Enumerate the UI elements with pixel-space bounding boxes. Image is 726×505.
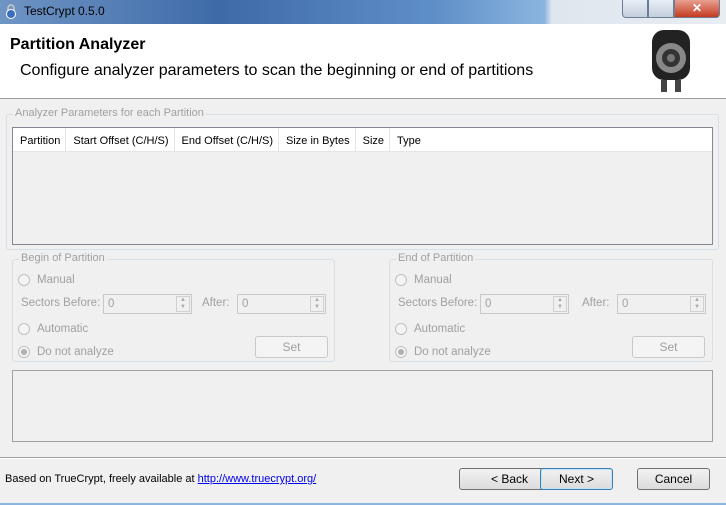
begin-automatic-radio[interactable] bbox=[18, 323, 30, 335]
page-title: Partition Analyzer bbox=[10, 36, 146, 53]
cancel-button[interactable]: Cancel bbox=[637, 468, 710, 490]
begin-manual-label: Manual bbox=[37, 274, 75, 286]
spinner-value: 0 bbox=[242, 298, 249, 310]
begin-do-not-analyze-label: Do not analyze bbox=[37, 346, 114, 358]
footer-divider bbox=[0, 457, 726, 459]
column-start-offset[interactable]: Start Offset (C/H/S) bbox=[66, 128, 175, 151]
spinner-arrows-icon[interactable]: ▲ ▼ bbox=[553, 296, 567, 312]
spinner-value: 0 bbox=[622, 298, 629, 310]
title-bar: TestCrypt 0.5.0 ✕ bbox=[0, 0, 726, 24]
column-type[interactable]: Type bbox=[390, 128, 426, 151]
spinner-arrows-icon[interactable]: ▲ ▼ bbox=[310, 296, 324, 312]
list-header: Partition Start Offset (C/H/S) End Offse… bbox=[13, 128, 712, 152]
footer-text: Based on TrueCrypt, freely available at … bbox=[5, 473, 316, 485]
end-after-spinner[interactable]: 0 ▲ ▼ bbox=[617, 294, 706, 314]
end-manual-radio[interactable] bbox=[395, 274, 407, 286]
column-partition[interactable]: Partition bbox=[13, 128, 67, 151]
group-label: End of Partition bbox=[396, 252, 476, 264]
begin-sectors-before-label: Sectors Before: bbox=[21, 297, 101, 309]
close-button[interactable]: ✕ bbox=[674, 0, 720, 18]
begin-after-label: After: bbox=[202, 297, 230, 309]
begin-set-button[interactable]: Set bbox=[255, 336, 328, 358]
webcam-logo-icon bbox=[646, 28, 696, 94]
wizard-header: Partition Analyzer Configure analyzer pa… bbox=[0, 24, 726, 99]
column-end-offset[interactable]: End Offset (C/H/S) bbox=[175, 128, 280, 151]
spinner-arrows-icon[interactable]: ▲ ▼ bbox=[176, 296, 190, 312]
column-size-bytes[interactable]: Size in Bytes bbox=[279, 128, 356, 151]
begin-manual-radio[interactable] bbox=[18, 274, 30, 286]
end-do-not-analyze-radio[interactable] bbox=[395, 346, 407, 358]
status-panel bbox=[12, 370, 713, 442]
spinner-arrows-icon[interactable]: ▲ ▼ bbox=[690, 296, 704, 312]
begin-automatic-label: Automatic bbox=[37, 323, 89, 335]
column-size[interactable]: Size bbox=[356, 128, 391, 151]
end-automatic-label: Automatic bbox=[414, 323, 466, 335]
footer-credit: Based on TrueCrypt, freely available at bbox=[5, 473, 198, 485]
maximize-button[interactable] bbox=[648, 0, 674, 18]
spinner-value: 0 bbox=[485, 298, 492, 310]
page-subtitle: Configure analyzer parameters to scan th… bbox=[20, 62, 534, 79]
group-label: Analyzer Parameters for each Partition bbox=[13, 107, 206, 119]
lock-icon bbox=[6, 4, 16, 19]
partition-list[interactable]: Partition Start Offset (C/H/S) End Offse… bbox=[12, 127, 713, 245]
end-manual-label: Manual bbox=[414, 274, 452, 286]
end-sectors-before-spinner[interactable]: 0 ▲ ▼ bbox=[480, 294, 569, 314]
begin-sectors-before-spinner[interactable]: 0 ▲ ▼ bbox=[103, 294, 192, 314]
end-do-not-analyze-label: Do not analyze bbox=[414, 346, 491, 358]
group-label: Begin of Partition bbox=[19, 252, 107, 264]
end-automatic-radio[interactable] bbox=[395, 323, 407, 335]
begin-after-spinner[interactable]: 0 ▲ ▼ bbox=[237, 294, 326, 314]
next-button[interactable]: Next > bbox=[540, 468, 613, 490]
window-title: TestCrypt 0.5.0 bbox=[24, 4, 105, 18]
end-sectors-before-label: Sectors Before: bbox=[398, 297, 478, 309]
minimize-button[interactable] bbox=[622, 0, 648, 18]
begin-do-not-analyze-radio[interactable] bbox=[18, 346, 30, 358]
end-set-button[interactable]: Set bbox=[632, 336, 705, 358]
truecrypt-link[interactable]: http://www.truecrypt.org/ bbox=[198, 473, 317, 485]
spinner-value: 0 bbox=[108, 298, 115, 310]
end-after-label: After: bbox=[582, 297, 610, 309]
